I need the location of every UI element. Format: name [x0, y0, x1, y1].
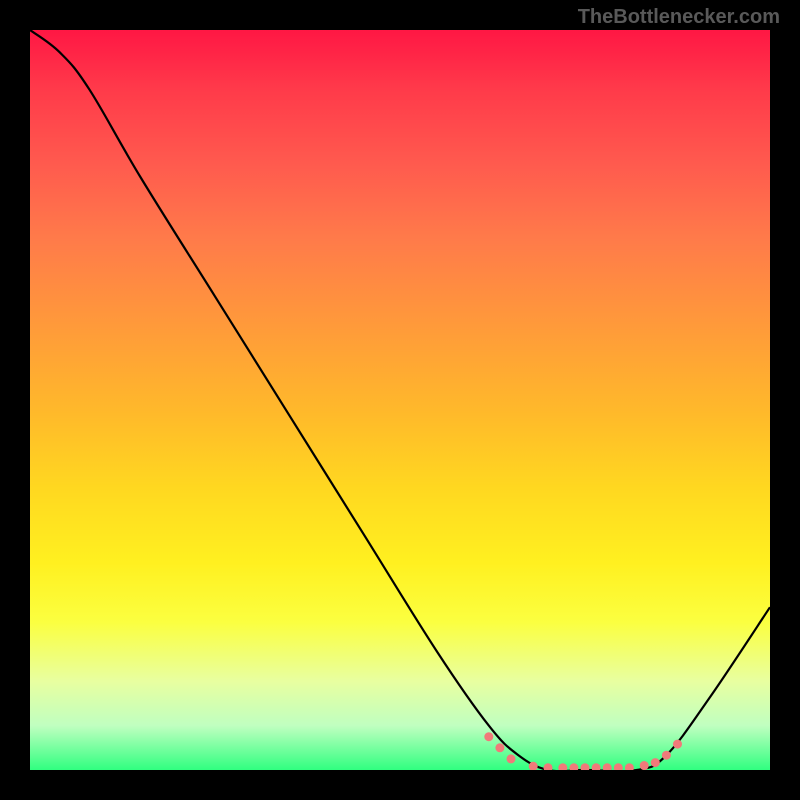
plot-area	[30, 30, 770, 770]
heatmap-gradient	[30, 30, 770, 770]
chart-container: TheBottlenecker.com	[0, 0, 800, 800]
watermark-text: TheBottlenecker.com	[578, 6, 780, 29]
